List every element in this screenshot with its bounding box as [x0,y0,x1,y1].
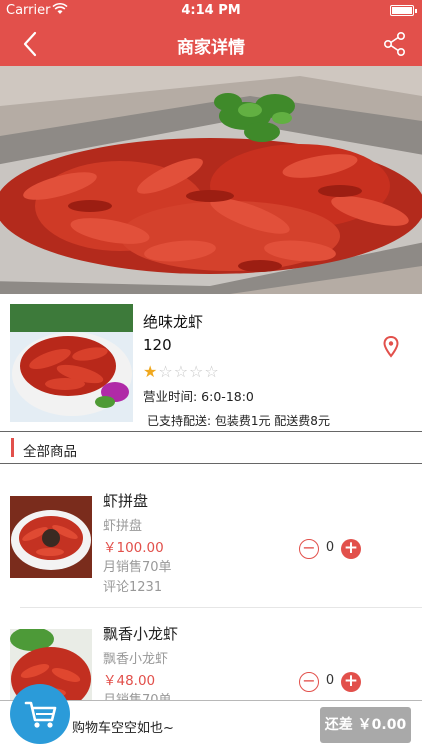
star-rating: ★☆☆☆☆ [143,362,220,381]
business-hours: 营业时间: 6:0-18:0 [143,389,254,404]
quantity-value: 0 [325,673,335,688]
clock-label: 4:14 PM [181,3,241,18]
product-name: 飘香小龙虾 [103,625,179,643]
status-bar: Carrier 4:14 PM [0,0,422,22]
product-monthly-sales: 月销售70单 [103,560,172,575]
cart-button[interactable] [10,684,70,744]
section-accent-bar [11,438,14,457]
product-description: 虾拼盘 [103,519,143,534]
shop-number: 120 [143,336,172,354]
share-button[interactable] [382,30,408,58]
share-icon [383,31,406,56]
decrease-quantity-button[interactable]: − [299,672,319,692]
star-filled-icon: ★ [143,362,159,381]
product-description: 飘香小龙虾 [103,652,169,667]
location-pin-icon[interactable] [383,335,399,358]
section-title: 全部商品 [23,444,77,460]
shop-name: 绝味龙虾 [143,313,204,331]
navigation-bar: 商家详情 [0,22,422,66]
hero-image [0,66,422,294]
list-item[interactable]: 虾拼盘 虾拼盘 ￥100.00 月销售70单 评论1231 − 0 + [0,464,422,608]
product-image [10,496,92,578]
decrease-quantity-button[interactable]: − [299,539,319,559]
battery-icon [390,5,417,16]
product-list[interactable]: 虾拼盘 虾拼盘 ￥100.00 月销售70单 评论1231 − 0 + 飘香小龙… [0,464,422,700]
cart-status-text: 购物车空空如也~ [72,721,174,736]
delivery-info: 已支持配送: 包装费1元 配送费8元 [147,414,330,428]
product-monthly-sales: 月销售70单 [103,689,172,700]
page-title: 商家详情 [177,38,245,58]
quantity-value: 0 [325,540,335,555]
product-price: ￥48.00 [103,673,156,689]
product-price: ￥100.00 [103,540,164,556]
product-name: 虾拼盘 [103,492,149,510]
section-header-all-products: 全部商品 [0,432,422,464]
shop-thumbnail [10,304,133,422]
quantity-stepper: − 0 + [299,672,361,692]
shopping-cart-icon [24,701,57,728]
product-comments: 评论1231 [103,580,163,595]
increase-quantity-button[interactable]: + [341,539,361,559]
increase-quantity-button[interactable]: + [341,672,361,692]
checkout-button[interactable]: 还差 ￥0.00 [320,707,411,743]
star-empty-icon: ☆☆☆☆ [158,362,220,381]
shop-info-card: 绝味龙虾 120 ★☆☆☆☆ 营业时间: 6:0-18:0 已支持配送: 包装费… [0,294,422,432]
quantity-stepper: − 0 + [299,539,361,559]
